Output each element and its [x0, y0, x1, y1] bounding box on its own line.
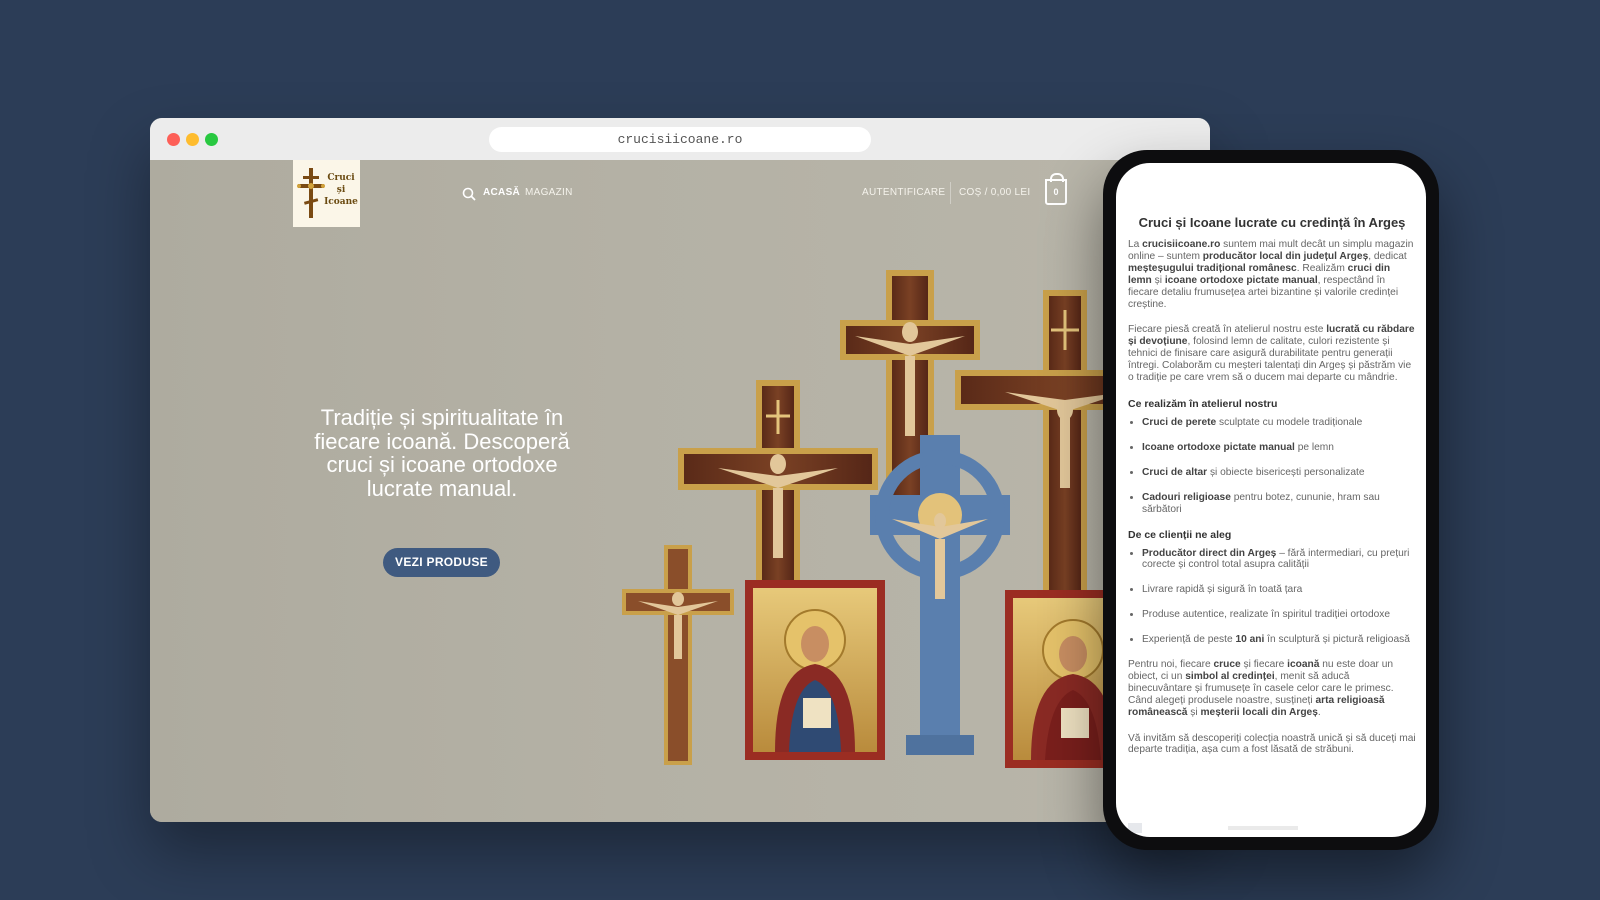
list-item: Produse autentice, realizate în spiritul…: [1142, 609, 1416, 621]
view-products-button[interactable]: VEZI PRODUSE: [383, 548, 500, 577]
about-invite-paragraph: Vă invităm să descoperiți colecția noast…: [1128, 732, 1416, 756]
why-us-section-title: De ce clienții ne aleg: [1128, 528, 1232, 541]
list-item: Experiență de peste 10 ani în sculptură …: [1142, 634, 1416, 646]
maximize-window-button[interactable]: [205, 133, 218, 146]
icon-panel-left: [745, 580, 885, 760]
nav-divider: [950, 182, 951, 204]
site-logo[interactable]: Cruci și Icoane: [293, 160, 360, 227]
browser-window: crucisiicoane.ro Cruci și Icoane ACASĂ M…: [150, 118, 1210, 822]
about-section: Cruci și Icoane lucrate cu credință în A…: [1128, 215, 1416, 770]
nav-cart[interactable]: COȘ / 0,00 LEI: [959, 187, 1030, 198]
list-item: Icoane ortodoxe pictate manual pe lemn: [1142, 442, 1416, 454]
list-item: Cruci de perete sculptate cu modele trad…: [1142, 417, 1416, 429]
search-icon[interactable]: [462, 187, 476, 201]
about-values-paragraph: Pentru noi, fiecare cruce și fiecare ico…: [1128, 659, 1394, 718]
logo-text: Cruci și Icoane: [324, 173, 358, 207]
minimize-window-button[interactable]: [186, 133, 199, 146]
list-item: Livrare rapidă și sigură în toată țara: [1142, 584, 1416, 596]
nav-login[interactable]: AUTENTIFICARE: [862, 187, 945, 198]
phone-mockup: Cruci și Icoane lucrate cu credință în A…: [1103, 150, 1439, 850]
cross-small-left: [622, 545, 734, 765]
hero-title: Tradiție și spiritualitate în fiecare ic…: [314, 405, 570, 501]
list-item: Producător direct din Argeș – fără inter…: [1142, 548, 1416, 572]
list-item: Cruci de altar și obiecte bisericești pe…: [1142, 467, 1416, 479]
orthodox-cross-logo-icon: [297, 168, 325, 218]
nav-home[interactable]: ACASĂ: [483, 187, 520, 198]
footer-preview-placeholder: [1128, 823, 1298, 833]
browser-titlebar: crucisiicoane.ro: [150, 118, 1210, 160]
cross-blue-celtic: [870, 435, 1010, 755]
close-window-button[interactable]: [167, 133, 180, 146]
about-intro-paragraph: La crucisiicoane.ro suntem mai mult decâ…: [1128, 239, 1414, 310]
products-section-title: Ce realizăm în atelierul nostru: [1128, 397, 1278, 410]
list-item: Cadouri religioase pentru botez, cununie…: [1142, 492, 1416, 516]
products-list: Cruci de perete sculptate cu modele trad…: [1128, 417, 1416, 516]
nav-shop[interactable]: MAGAZIN: [525, 187, 573, 198]
cart-count[interactable]: 0: [1045, 179, 1067, 205]
about-heading: Cruci și Icoane lucrate cu credință în A…: [1138, 215, 1406, 230]
phone-screen: Cruci și Icoane lucrate cu credință în A…: [1116, 163, 1426, 837]
why-us-list: Producător direct din Argeș – fără inter…: [1128, 548, 1416, 647]
about-workshop-paragraph: Fiecare piesă creată în atelierul nostru…: [1128, 324, 1415, 384]
hero-section: Cruci și Icoane ACASĂ MAGAZIN AUTENTIFIC…: [150, 160, 1210, 822]
address-bar[interactable]: crucisiicoane.ro: [489, 127, 871, 152]
